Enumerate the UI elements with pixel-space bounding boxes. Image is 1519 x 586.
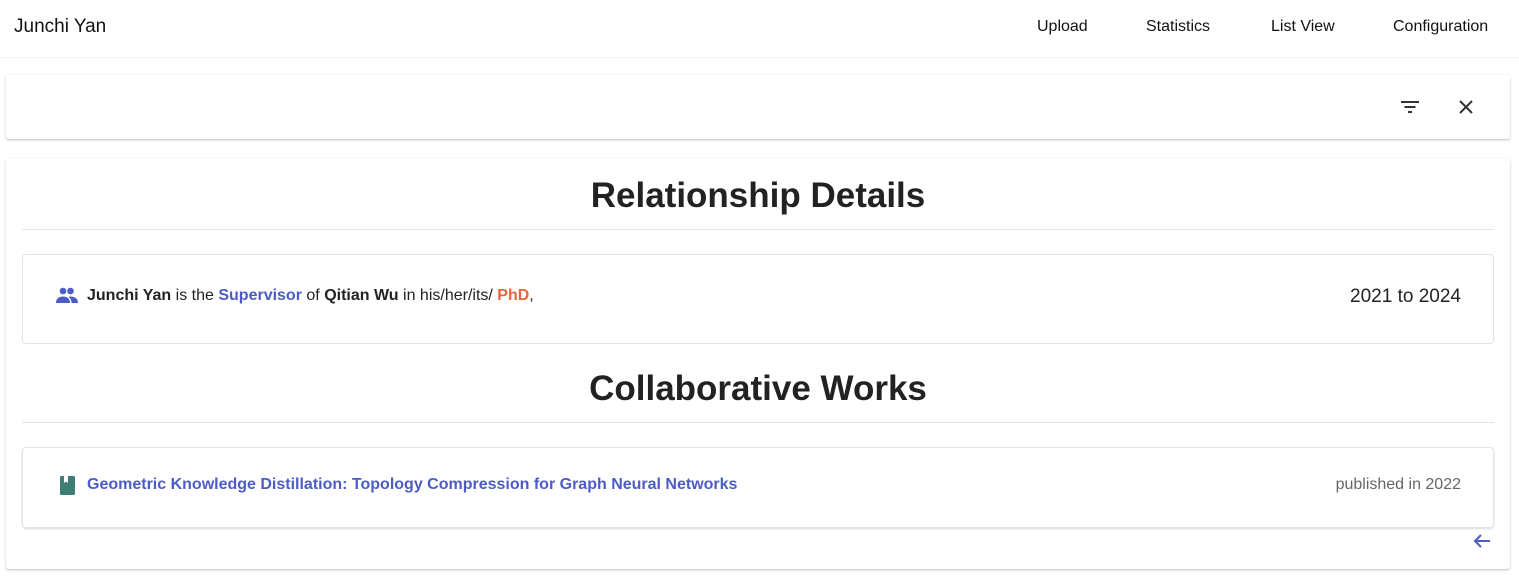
details-card: Relationship Details Junchi Yan is the S… — [6, 159, 1510, 569]
nav-configuration[interactable]: Configuration — [1393, 18, 1488, 36]
relationship-sentence: Junchi Yan is the Supervisor of Qitian W… — [87, 287, 534, 305]
role-link[interactable]: Supervisor — [218, 287, 302, 305]
app-bar: Junchi Yan Upload Statistics List View C… — [0, 0, 1519, 58]
arrow-back-icon — [1473, 534, 1490, 548]
book-icon — [60, 476, 75, 495]
brand-title: Junchi Yan — [14, 16, 107, 37]
degree-label: PhD — [497, 287, 530, 304]
work-published-year: published in 2022 — [1335, 476, 1461, 493]
close-button[interactable] — [1446, 87, 1486, 127]
trailing-comma: , — [529, 287, 534, 304]
relation-text: is the — [175, 287, 214, 304]
divider — [22, 422, 1494, 423]
work-item: Geometric Knowledge Distillation: Topolo… — [22, 447, 1494, 528]
relation-of-text: of — [306, 287, 320, 304]
relationship-years: 2021 to 2024 — [1350, 286, 1461, 307]
filter-list-icon — [1401, 101, 1419, 113]
relationship-section-title: Relationship Details — [590, 176, 926, 215]
nav-list-view[interactable]: List View — [1271, 18, 1335, 36]
people-icon — [56, 287, 78, 303]
filter-toolbar — [6, 75, 1510, 139]
relationship-item: Junchi Yan is the Supervisor of Qitian W… — [22, 254, 1494, 344]
relation-in-text: in his/her/its/ — [403, 287, 493, 304]
subject-name: Junchi Yan — [87, 287, 172, 304]
back-button[interactable] — [1462, 521, 1502, 561]
close-icon — [1459, 100, 1473, 114]
nav-statistics[interactable]: Statistics — [1146, 18, 1210, 36]
divider — [22, 229, 1494, 230]
work-title-link[interactable]: Geometric Knowledge Distillation: Topolo… — [87, 476, 737, 494]
works-section-title: Collaborative Works — [589, 369, 927, 408]
object-name: Qitian Wu — [324, 287, 399, 304]
nav-upload[interactable]: Upload — [1037, 18, 1088, 36]
filter-button[interactable] — [1390, 87, 1430, 127]
